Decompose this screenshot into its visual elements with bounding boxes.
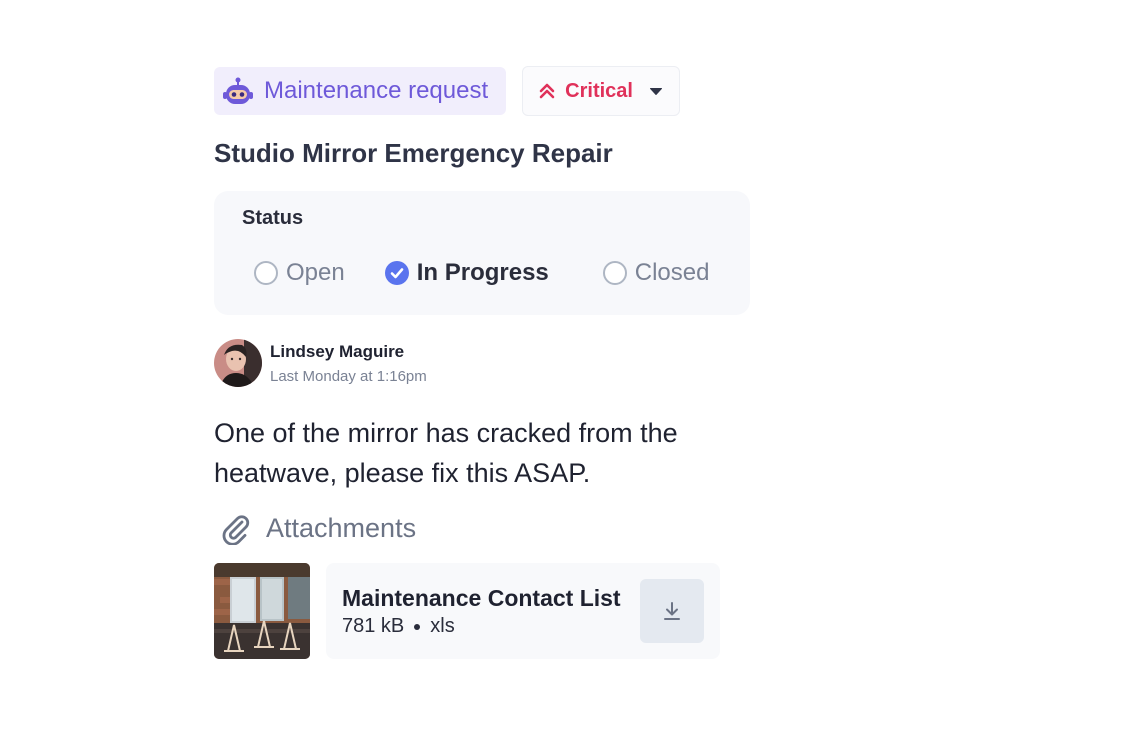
request-type-label: Maintenance request — [264, 77, 489, 104]
status-options: Open In Progress Closed — [254, 259, 709, 287]
caret-down-icon — [649, 84, 663, 98]
request-type-tag: Maintenance request — [214, 67, 507, 115]
author: Lindsey Maguire Last Monday at 1:16pm — [214, 339, 774, 387]
author-timestamp: Last Monday at 1:16pm — [270, 367, 427, 385]
request-detail: Maintenance request Critical Studio Mirr… — [214, 66, 774, 659]
separator-dot — [414, 623, 421, 630]
download-icon — [661, 600, 683, 622]
tag-row: Maintenance request Critical — [214, 66, 774, 116]
file-size: 781 kB — [342, 615, 405, 637]
attachments-header: Attachments — [214, 511, 774, 545]
attachment-file-card[interactable]: Maintenance Contact List 781 kB xls — [326, 563, 720, 659]
request-title: Studio Mirror Emergency Repair — [214, 138, 613, 168]
chevrons-up-icon — [537, 81, 557, 101]
attachments-list: Maintenance Contact List 781 kB xls — [214, 563, 774, 659]
status-label: Status — [242, 207, 304, 229]
author-info: Lindsey Maguire Last Monday at 1:16pm — [270, 342, 427, 385]
status-card: Status Open In Progress Closed — [214, 191, 750, 315]
robot-icon — [222, 75, 254, 107]
file-name: Maintenance Contact List — [342, 585, 621, 611]
status-option-in-progress[interactable]: In Progress — [384, 259, 549, 287]
priority-dropdown[interactable]: Critical — [522, 66, 680, 116]
paperclip-icon — [218, 511, 252, 545]
avatar[interactable] — [214, 339, 262, 387]
radio-unchecked-icon — [254, 261, 278, 285]
status-option-closed[interactable]: Closed — [602, 259, 710, 287]
status-option-label: Closed — [634, 259, 710, 286]
status-option-open[interactable]: Open — [254, 259, 345, 287]
file-extension: xls — [430, 615, 455, 637]
status-option-label: In Progress — [416, 259, 549, 286]
author-name: Lindsey Maguire — [270, 341, 405, 361]
attachment-thumbnail[interactable] — [214, 563, 310, 659]
priority-label: Critical — [565, 79, 633, 102]
download-button[interactable] — [640, 579, 704, 643]
file-meta: 781 kB xls — [342, 615, 455, 638]
attachments-heading: Attachments — [266, 512, 417, 543]
message-body: One of the mirror has cracked from the h… — [214, 418, 678, 488]
radio-unchecked-icon — [602, 261, 627, 285]
radio-checked-icon — [384, 261, 409, 285]
status-option-label: Open — [286, 259, 345, 286]
